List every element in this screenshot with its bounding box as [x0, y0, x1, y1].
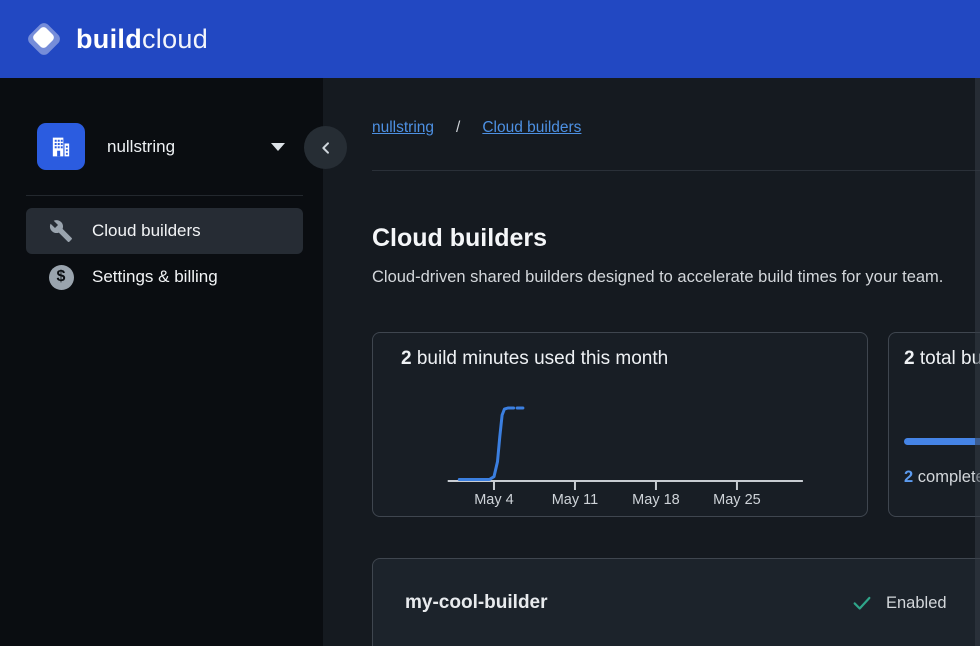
builder-name: my-cool-builder: [405, 592, 548, 614]
total-builds-label: total builds this month: [915, 348, 980, 369]
minutes-chart: May 4 May 11 May 18 May 25: [373, 333, 869, 518]
breadcrumb-link-org[interactable]: nullstring: [372, 119, 434, 137]
sidebar: nullstring Cloud builders $ Settings & b…: [0, 78, 323, 646]
chevron-down-icon: [271, 143, 285, 151]
brand-logo[interactable]: buildcloud: [28, 22, 208, 56]
page-title: Cloud builders: [372, 224, 547, 253]
svg-text:May 25: May 25: [713, 492, 761, 508]
status-badge: Enabled: [886, 594, 947, 613]
total-builds-card: 2 total builds this month 2 completed: [888, 332, 980, 517]
builds-progress-bar: [904, 438, 980, 445]
build-minutes-card: 2 build minutes used this month May 4May…: [372, 332, 868, 517]
svg-text:May 18: May 18: [632, 492, 680, 508]
brand-bold: build: [76, 24, 142, 54]
breadcrumb-separator: /: [456, 119, 460, 137]
total-builds-title: 2 total builds this month: [904, 348, 980, 370]
svg-text:May 4: May 4: [474, 492, 514, 508]
app-header: buildcloud: [0, 0, 980, 78]
total-builds-value: 2: [904, 348, 915, 369]
breadcrumb: nullstring / Cloud builders: [372, 119, 581, 137]
brand-wordmark: buildcloud: [76, 24, 208, 55]
sidebar-divider: [26, 195, 303, 196]
header-divider: [372, 170, 980, 171]
org-building-icon: [37, 123, 85, 170]
wrench-icon: [48, 218, 74, 244]
dollar-icon: $: [48, 264, 74, 290]
svg-text:May 11: May 11: [552, 492, 598, 508]
main-content: nullstring / Cloud builders Cloud builde…: [323, 78, 980, 646]
org-switcher[interactable]: nullstring: [37, 123, 303, 170]
sidebar-collapse-button[interactable]: [304, 126, 347, 169]
sidebar-item-cloud-builders[interactable]: Cloud builders: [26, 208, 303, 254]
builder-status-group: Enabled: [851, 589, 980, 618]
check-icon: [851, 592, 873, 614]
builder-card[interactable]: my-cool-builder Enabled: [372, 558, 980, 646]
sidebar-item-label: Settings & billing: [92, 267, 218, 287]
org-name: nullstring: [107, 137, 271, 157]
page-subtitle: Cloud-driven shared builders designed to…: [372, 268, 943, 287]
diamond-logo-icon: [28, 22, 62, 56]
chevron-left-icon: [318, 140, 334, 156]
sidebar-item-label: Cloud builders: [92, 221, 201, 241]
sidebar-nav: Cloud builders $ Settings & billing: [26, 208, 303, 300]
builds-completed-label: completed: [913, 468, 980, 486]
scrollbar[interactable]: [975, 78, 980, 646]
builds-completed: 2 completed: [904, 468, 980, 487]
sidebar-item-settings-billing[interactable]: $ Settings & billing: [26, 254, 303, 300]
builds-completed-value: 2: [904, 468, 913, 486]
breadcrumb-link-cloud-builders[interactable]: Cloud builders: [482, 119, 581, 137]
brand-light: cloud: [142, 24, 208, 54]
